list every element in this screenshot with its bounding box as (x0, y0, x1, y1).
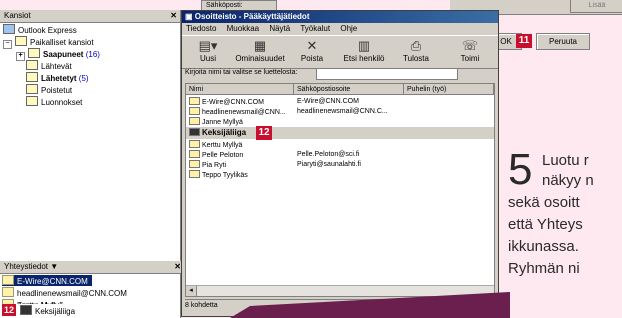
address-book-icon: ▣ (185, 12, 195, 21)
contact-item[interactable]: E-Wire@CNN.COM (2, 275, 92, 286)
folder-local[interactable]: − Paikalliset kansiot (3, 36, 94, 49)
step-number: 5 (508, 148, 533, 194)
contact-card-icon (189, 160, 200, 168)
menu-view[interactable]: Näytä (269, 24, 290, 33)
column-header-phone[interactable]: Puhelin (työ) (404, 84, 494, 95)
folder-inbox[interactable]: + Saapuneet (16) (16, 48, 100, 61)
drafts-icon (26, 96, 38, 106)
menu-file[interactable]: Tiedosto (186, 24, 216, 33)
folder-drafts[interactable]: Luonnokset (26, 96, 82, 107)
table-row[interactable]: Teppo Tyylikäs (186, 170, 494, 180)
contact-card-icon (2, 287, 14, 297)
article-line: Luotu r (542, 152, 589, 169)
article-line: ikkunassa. (508, 238, 579, 255)
table-row[interactable]: headlinenewsmail@CNN... headlinenewsmail@… (186, 107, 494, 117)
scroll-left-icon[interactable]: ◂ (186, 286, 197, 296)
contacts-list-bottom: 12 Keksijäliiga (0, 304, 180, 318)
print-icon: ⎙ (410, 38, 422, 53)
find-people-icon: ▥ (357, 38, 371, 53)
cancel-button[interactable]: Peruuta (536, 33, 590, 50)
close-icon[interactable]: ✕ (170, 10, 177, 22)
contact-list: Nimi Sähköpostiosoite Puhelin (työ) E-Wi… (185, 83, 495, 297)
trash-icon (26, 84, 38, 94)
contact-card-icon (189, 170, 200, 178)
contact-card-icon (189, 97, 200, 105)
article-text: 5 Luotu r näkyy n sekä osoitt että Yhtey… (508, 148, 622, 318)
table-row[interactable]: Pia Ryti Piaryti@saunalahti.fi (186, 160, 494, 170)
find-people-button[interactable]: ▥ Etsi henkilö (338, 38, 390, 63)
contact-card-icon (189, 107, 200, 115)
contact-card-icon (189, 117, 200, 125)
find-label: Kirjoita nimi tai valitse se luettelosta… (185, 69, 298, 76)
expand-icon[interactable]: + (16, 52, 25, 61)
step-badge-12: 12 (256, 126, 272, 140)
step-badge-12: 12 (2, 304, 16, 316)
delete-icon: ✕ (306, 38, 318, 53)
add-button[interactable]: Lisää (570, 0, 622, 13)
menu-tools[interactable]: Työkalut (300, 24, 330, 33)
contact-item[interactable]: Keksijäliiga (20, 305, 75, 316)
outbox-icon (26, 60, 38, 70)
folder-outbox[interactable]: Lähtevät (26, 60, 72, 71)
article-line: sekä osoitt (508, 194, 580, 211)
article-line: että Yhteys (508, 216, 583, 233)
properties-icon: ▦ (253, 38, 267, 53)
contact-card-icon (189, 140, 200, 148)
contact-card-icon (2, 275, 14, 285)
step-badge-11: 11 (516, 34, 532, 48)
action-button[interactable]: ☏ Toimi (442, 38, 498, 63)
group-icon (20, 305, 32, 315)
decorative-swoosh (230, 292, 510, 318)
new-button[interactable]: ▤▾ Uusi (182, 38, 234, 63)
outlook-icon (3, 24, 15, 34)
find-input[interactable] (316, 68, 458, 80)
table-row[interactable]: Kerttu Myllyä (186, 140, 494, 150)
close-icon[interactable]: ✕ (174, 261, 181, 273)
folder-outlook-express[interactable]: Outlook Express (3, 24, 77, 35)
folder-sent[interactable]: Lähetetyt (5) (26, 72, 89, 83)
properties-button[interactable]: ▦ Ominaisuudet (234, 38, 286, 63)
column-header-name[interactable]: Nimi (186, 84, 294, 95)
print-button[interactable]: ⎙ Tulosta (390, 38, 442, 63)
folder-icon (15, 36, 27, 46)
group-icon (189, 128, 200, 136)
collapse-icon[interactable]: − (3, 40, 12, 49)
folder-deleted[interactable]: Poistetut (26, 84, 72, 95)
sent-icon (26, 72, 38, 82)
window-titlebar[interactable]: ▣ Osoitteisto - Pääkäyttäjätiedot (182, 11, 498, 23)
delete-button[interactable]: ✕ Poista (286, 38, 338, 63)
table-row-selected[interactable]: Keksijäliiga 12 (186, 126, 494, 140)
article-line: näkyy n (542, 172, 594, 189)
action-icon: ☏ (461, 38, 479, 53)
toolbar: ▤▾ Uusi ▦ Ominaisuudet ✕ Poista ▥ Etsi henki… (182, 35, 498, 69)
folders-pane: Kansiot ✕ Outlook Express − Paikalliset k… (0, 10, 184, 318)
contact-card-icon (189, 150, 200, 158)
new-contact-icon: ▤▾ (198, 38, 218, 53)
table-row[interactable]: Pelle Peloton Pelle.Peloton@sci.fi (186, 150, 494, 160)
contacts-pane-header[interactable]: Yhteystiedot ▼ ✕ (0, 261, 184, 274)
folders-pane-header: Kansiot ✕ (0, 10, 180, 23)
article-line: Ryhmän ni (508, 260, 580, 277)
address-book-window: ▣ Osoitteisto - Pääkäyttäjätiedot Tiedos… (181, 10, 499, 317)
column-header-email[interactable]: Sähköpostiosoite (294, 84, 404, 95)
table-row[interactable]: Janne Myllyä (186, 117, 494, 127)
inbox-icon (28, 48, 40, 58)
menu-edit[interactable]: Muokkaa (227, 24, 259, 33)
menu-help[interactable]: Ohje (340, 24, 357, 33)
swoosh-shape (230, 292, 510, 318)
contact-item[interactable]: headlinenewsmail@CNN.COM (2, 287, 127, 298)
menu-bar: Tiedosto Muokkaa Näytä Työkalut Ohje (182, 23, 498, 35)
table-row[interactable]: E-Wire@CNN.COM E-Wire@CNN.COM (186, 97, 494, 107)
